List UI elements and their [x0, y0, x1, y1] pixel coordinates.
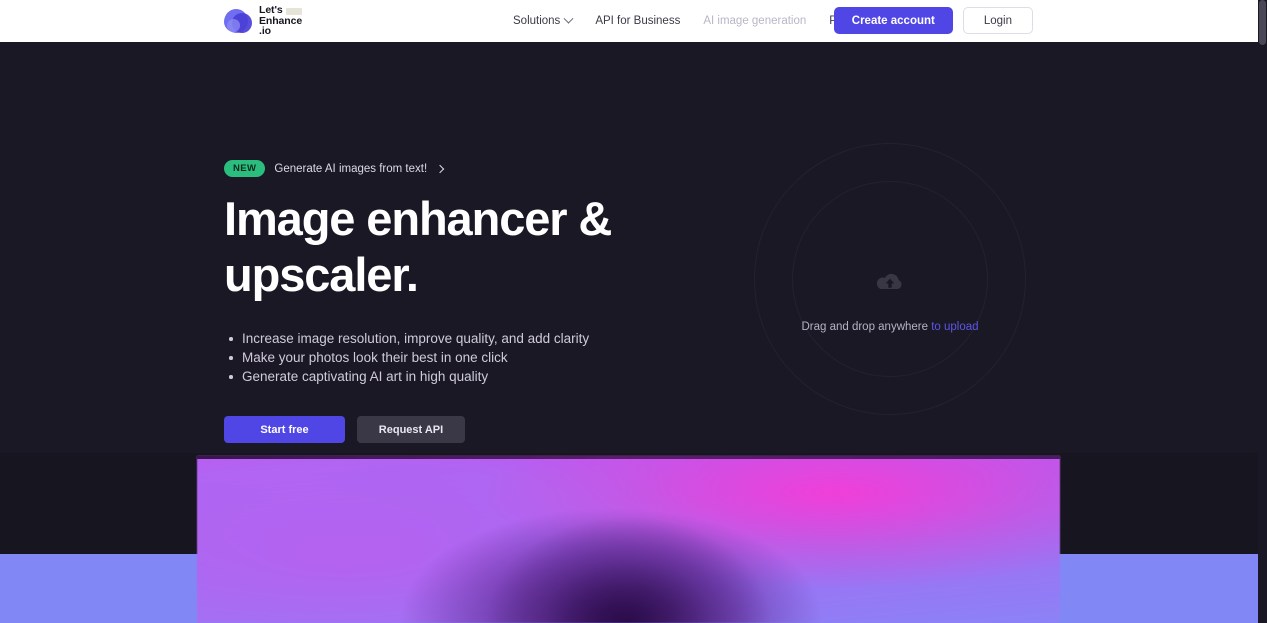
showcase-image-top-edge: [197, 456, 1060, 459]
nav-item-api-for-business[interactable]: API for Business: [595, 15, 680, 27]
browser-viewport: Let's Enhance .io Solutions API for Busi…: [0, 0, 1267, 623]
dropzone-text: Drag and drop anywhere to upload: [801, 321, 978, 333]
nav-item-label: Solutions: [513, 15, 561, 27]
header-actions: Create account Login: [833, 7, 1033, 34]
new-feature-banner[interactable]: NEW Generate AI images from text!: [224, 160, 445, 177]
request-api-button[interactable]: Request API: [357, 416, 465, 443]
chevron-down-icon: [563, 13, 574, 24]
list-item: Generate captivating AI art in high qual…: [224, 367, 744, 386]
nav-item-label: API for Business: [595, 15, 681, 27]
new-feature-label: Generate AI images from text!: [274, 162, 428, 175]
dropzone-upload-link[interactable]: to upload: [931, 321, 978, 333]
hero-cta-row: Start free Request API: [224, 416, 744, 443]
dropzone-text-plain: Drag and drop anywhere: [801, 321, 932, 333]
page-title: Image enhancer & upscaler.: [224, 192, 612, 301]
nav-item-solutions[interactable]: Solutions: [513, 13, 574, 27]
logo-accent-bar: [286, 8, 302, 15]
login-button[interactable]: Login: [962, 7, 1033, 34]
hero-content: NEW Generate AI images from text! Image …: [224, 160, 744, 443]
create-account-button[interactable]: Create account: [833, 7, 953, 34]
blob-logo-icon: [224, 7, 253, 36]
page-scrollbar-thumb[interactable]: [1259, 0, 1266, 45]
nav-item-ai-image-generation[interactable]: AI image generation: [703, 15, 806, 27]
start-free-button[interactable]: Start free: [224, 416, 345, 443]
showcase-image: [197, 456, 1060, 623]
chevron-right-icon: [435, 164, 445, 173]
page-scrollbar-track[interactable]: [1258, 0, 1267, 623]
dropzone-center: Drag and drop anywhere to upload: [754, 271, 1026, 333]
list-item: Make your photos look their best in one …: [224, 348, 744, 367]
brand-logo[interactable]: Let's Enhance .io: [224, 4, 302, 38]
cloud-upload-icon: [876, 273, 902, 289]
hero-feature-list: Increase image resolution, improve quali…: [224, 329, 744, 386]
hero-section: NEW Generate AI images from text! Image …: [0, 42, 1258, 453]
upload-dropzone[interactable]: Drag and drop anywhere to upload: [754, 143, 1026, 415]
brand-name-line3: .io: [259, 25, 271, 38]
nav-item-label: AI image generation: [703, 15, 807, 27]
new-badge: NEW: [224, 160, 266, 177]
list-item: Increase image resolution, improve quali…: [224, 329, 744, 348]
site-header: Let's Enhance .io Solutions API for Busi…: [0, 0, 1258, 42]
